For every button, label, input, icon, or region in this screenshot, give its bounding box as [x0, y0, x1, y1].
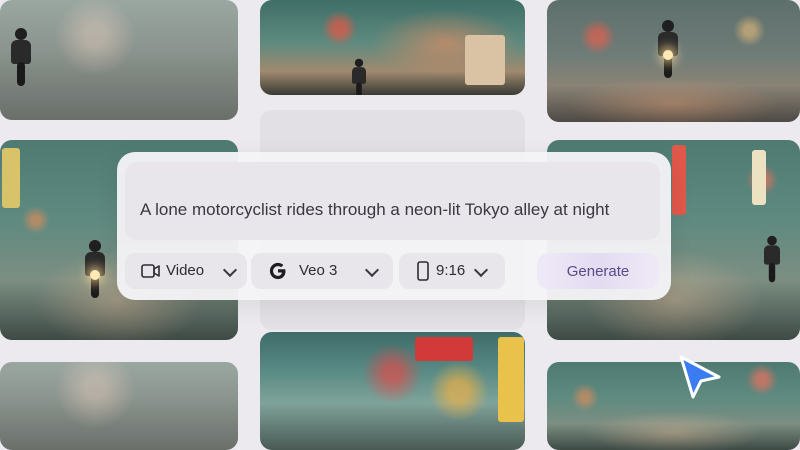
- phone-portrait-icon: [417, 261, 429, 281]
- chevron-down-icon: [473, 262, 489, 278]
- prompt-text: A lone motorcyclist rides through a neon…: [140, 200, 610, 219]
- motorcyclist-figure: [760, 235, 784, 283]
- chevron-down-icon: [364, 262, 380, 278]
- motorcyclist-figure: [80, 240, 110, 298]
- neon-sign: [498, 337, 524, 422]
- type-dropdown[interactable]: Video: [125, 253, 247, 289]
- gallery-tile-top-right: [547, 0, 800, 122]
- neon-sign: [752, 150, 766, 205]
- gallery-tile-bottom-center: [260, 332, 525, 450]
- video-camera-icon: [141, 264, 160, 278]
- generate-label: Generate: [566, 262, 630, 280]
- neon-sign: [2, 148, 20, 208]
- motorcyclist-figure: [6, 28, 36, 86]
- neon-sign: [672, 145, 686, 215]
- shop-sign: [465, 35, 505, 85]
- google-g-icon: [269, 262, 286, 280]
- aspect-ratio-dropdown[interactable]: 9:16: [399, 253, 505, 289]
- gallery-tile-bottom-left: [0, 362, 238, 450]
- prompt-input[interactable]: A lone motorcyclist rides through a neon…: [125, 162, 660, 240]
- type-label: Video: [166, 262, 205, 279]
- motorcyclist-figure: [653, 20, 683, 78]
- prompt-panel: A lone motorcyclist rides through a neon…: [117, 152, 671, 300]
- model-dropdown[interactable]: Veo 3: [251, 253, 393, 289]
- model-label: Veo 3: [299, 262, 338, 279]
- chevron-down-icon: [222, 262, 238, 278]
- motorcyclist-figure: [349, 58, 370, 95]
- aspect-label: 9:16: [436, 262, 466, 279]
- gallery-tile-top-center: [260, 0, 525, 95]
- generate-button[interactable]: Generate: [537, 253, 659, 289]
- pointer-cursor-icon: [679, 355, 721, 399]
- gallery-tile-bottom-right: [547, 362, 800, 450]
- neon-sign: [415, 337, 473, 361]
- gallery-tile-top-left: [0, 0, 238, 120]
